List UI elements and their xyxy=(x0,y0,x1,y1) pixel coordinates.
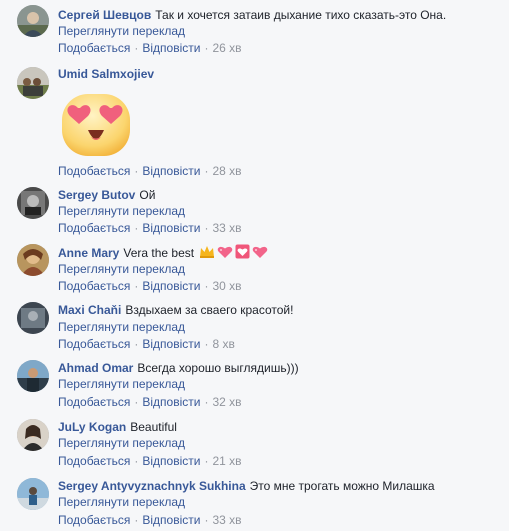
comment-time[interactable]: 21 хв xyxy=(212,454,241,468)
separator-dot: · xyxy=(204,513,209,527)
comment-author[interactable]: Umid Salmxojiev xyxy=(58,67,154,81)
translate-link[interactable]: Переглянути переклад xyxy=(58,435,185,451)
like-link[interactable]: Подобається xyxy=(58,513,130,527)
separator-dot: · xyxy=(134,164,139,178)
reply-link[interactable]: Відповісти xyxy=(142,395,200,409)
reply-link[interactable]: Відповісти xyxy=(142,337,200,351)
translate-link[interactable]: Переглянути переклад xyxy=(58,23,185,39)
separator-dot: · xyxy=(134,221,139,235)
comment-author[interactable]: Anne Mary xyxy=(58,246,119,260)
separator-dot: · xyxy=(134,41,139,55)
reply-link[interactable]: Відповісти xyxy=(142,221,200,235)
like-link[interactable]: Подобається xyxy=(58,279,130,293)
translate-link[interactable]: Переглянути переклад xyxy=(58,261,185,277)
avatar[interactable] xyxy=(17,187,49,219)
reply-link[interactable]: Відповісти xyxy=(142,454,200,468)
separator-dot: · xyxy=(134,513,139,527)
comment-time[interactable]: 28 хв xyxy=(212,164,241,178)
separator-dot: · xyxy=(204,337,209,351)
separator-dot: · xyxy=(204,164,209,178)
like-link[interactable]: Подобається xyxy=(58,41,130,55)
reply-link[interactable]: Відповісти xyxy=(142,41,200,55)
comment-time[interactable]: 33 хв xyxy=(212,513,241,527)
comment-author[interactable]: Sergey Antyvyznachnyk Sukhina xyxy=(58,479,246,493)
comment-author[interactable]: JuLy Kogan xyxy=(58,420,126,434)
translate-link[interactable]: Переглянути переклад xyxy=(58,494,185,510)
comment-time[interactable]: 32 хв xyxy=(212,395,241,409)
separator-dot: · xyxy=(134,454,139,468)
like-link[interactable]: Подобається xyxy=(58,454,130,468)
reply-link[interactable]: Відповісти xyxy=(142,164,200,178)
avatar[interactable] xyxy=(17,419,49,451)
comment-text: Всегда хорошо выглядишь))) xyxy=(137,361,299,375)
translate-link[interactable]: Переглянути переклад xyxy=(58,203,185,219)
avatar[interactable] xyxy=(17,67,49,99)
like-link[interactable]: Подобається xyxy=(58,221,130,235)
comment-author[interactable]: Ahmad Omar xyxy=(58,361,133,375)
translate-link[interactable]: Переглянути переклад xyxy=(58,319,185,335)
heart-box-emoji-icon xyxy=(235,244,250,263)
sparkling-heart-emoji-icon xyxy=(217,245,233,263)
comment-text: Vera the best xyxy=(123,246,195,260)
comment-text: Так и хочется затаив дыхание тихо сказат… xyxy=(155,8,447,22)
comment-author[interactable]: Sergey Butov xyxy=(58,188,135,202)
separator-dot: · xyxy=(134,337,139,351)
separator-dot: · xyxy=(134,279,139,293)
heart-eyes-emoji-icon xyxy=(58,86,134,162)
comment-author[interactable]: Maxi Chaňi xyxy=(58,303,121,317)
reply-link[interactable]: Відповісти xyxy=(142,513,200,527)
comment-author[interactable]: Сергей Шевцов xyxy=(58,8,151,22)
comment-time[interactable]: 33 хв xyxy=(212,221,241,235)
comment-time[interactable]: 8 хв xyxy=(212,337,234,351)
comment-text: Вздыхаем за сваего красотой! xyxy=(125,303,294,317)
avatar[interactable] xyxy=(17,478,49,510)
separator-dot: · xyxy=(204,41,209,55)
comment-text: Ой xyxy=(139,188,156,202)
separator-dot: · xyxy=(204,279,209,293)
separator-dot: · xyxy=(204,454,209,468)
comment-time[interactable]: 26 хв xyxy=(212,41,241,55)
sparkling-heart-emoji-icon xyxy=(252,245,268,263)
translate-link[interactable]: Переглянути переклад xyxy=(58,376,185,392)
separator-dot: · xyxy=(204,221,209,235)
separator-dot: · xyxy=(134,395,139,409)
crown-emoji-icon xyxy=(199,245,215,263)
like-link[interactable]: Подобається xyxy=(58,337,130,351)
like-link[interactable]: Подобається xyxy=(58,395,130,409)
comment-text: Beautiful xyxy=(130,420,177,434)
avatar[interactable] xyxy=(17,360,49,392)
avatar[interactable] xyxy=(17,302,49,334)
avatar[interactable] xyxy=(17,244,49,276)
like-link[interactable]: Подобається xyxy=(58,164,130,178)
comment-text: Это мне трогать можно Милашка xyxy=(249,479,435,493)
avatar[interactable] xyxy=(17,5,49,37)
reply-link[interactable]: Відповісти xyxy=(142,279,200,293)
comment-time[interactable]: 30 хв xyxy=(212,279,241,293)
separator-dot: · xyxy=(204,395,209,409)
